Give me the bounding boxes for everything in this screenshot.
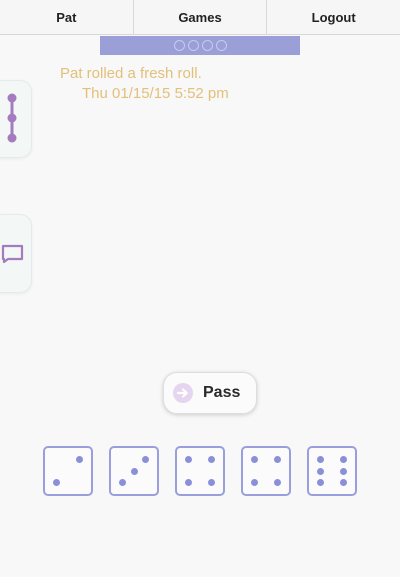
progress-dot [187, 40, 199, 51]
progress-dot [173, 40, 185, 51]
die-pip [185, 456, 192, 463]
message-timestamp: Thu 01/15/15 5:52 pm [82, 85, 229, 102]
die-pip [340, 479, 347, 486]
die-pip [208, 456, 215, 463]
die-pip [53, 479, 60, 486]
nav-logout[interactable]: Logout [266, 0, 400, 34]
turn-progress [100, 36, 300, 55]
die-pip [119, 479, 126, 486]
nav-user[interactable]: Pat [0, 0, 133, 34]
die-pip [208, 479, 215, 486]
game-message: Pat rolled a fresh roll. Thu 01/15/15 5:… [60, 64, 229, 104]
die-pip [340, 467, 347, 475]
arrow-right-circle-icon [173, 383, 193, 403]
die-pip [251, 479, 258, 486]
nav-games[interactable]: Games [132, 0, 267, 34]
die-pip [317, 456, 324, 463]
pass-label: Pass [203, 384, 241, 401]
die-1[interactable] [43, 446, 93, 496]
die-4[interactable] [241, 446, 291, 496]
top-nav: Pat Games Logout [0, 0, 400, 35]
die-pip [317, 467, 324, 475]
die-pip [317, 479, 324, 486]
die-pip [130, 467, 138, 475]
progress-dot [215, 40, 227, 51]
progress-dot [201, 40, 213, 51]
die-3[interactable] [175, 446, 225, 496]
die-pip [274, 479, 281, 486]
die-pip [76, 456, 83, 463]
die-pip [340, 456, 347, 463]
side-tab-chat[interactable] [0, 214, 32, 293]
die-pip [185, 479, 192, 486]
die-pip [251, 456, 258, 463]
die-5[interactable] [307, 446, 357, 496]
die-pip [274, 456, 281, 463]
chat-bubble-icon [1, 244, 24, 264]
die-pip [142, 456, 149, 463]
side-tab-timeline[interactable] [0, 80, 32, 158]
dice-tray [0, 446, 400, 498]
timeline-icon [7, 93, 17, 143]
pass-button[interactable]: Pass [163, 372, 257, 414]
message-text: Pat rolled a fresh roll. [60, 65, 202, 82]
die-2[interactable] [109, 446, 159, 496]
